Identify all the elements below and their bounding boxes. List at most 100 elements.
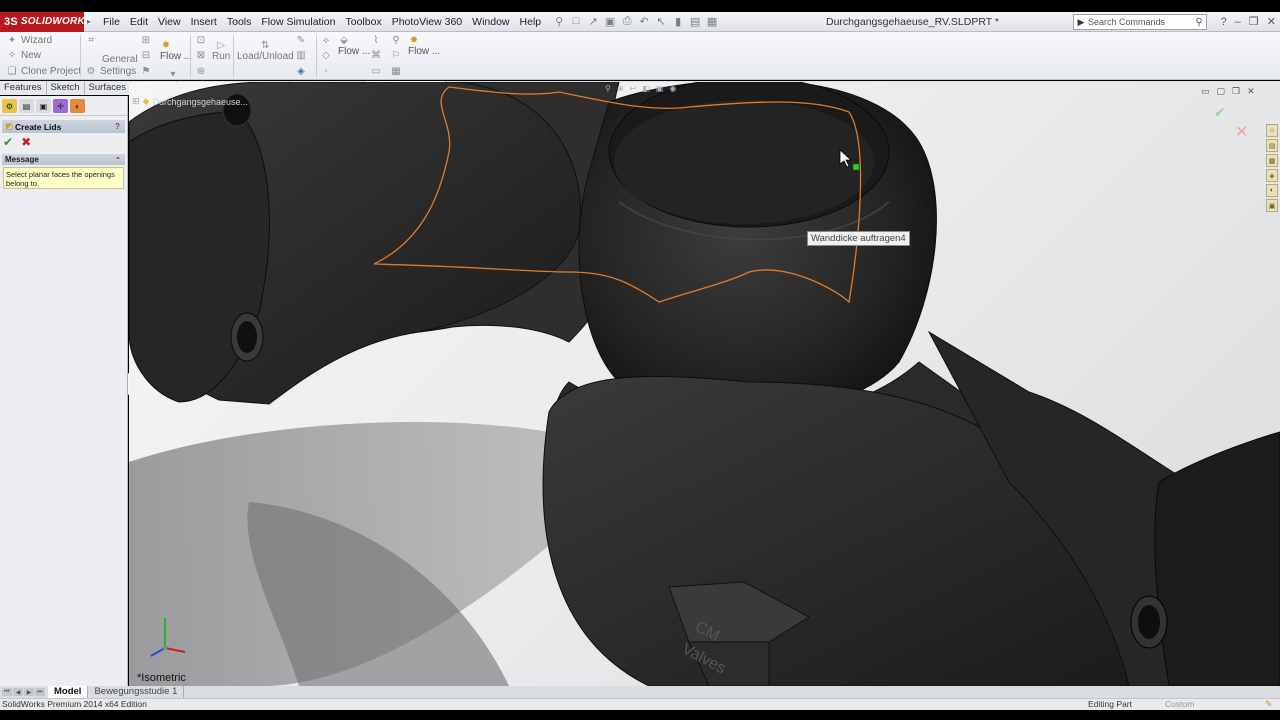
view-orientation-icon[interactable]: ▣ [656, 84, 664, 93]
prev-tab-icon[interactable]: ◀ [13, 688, 23, 696]
menu-item-help[interactable]: Help [515, 12, 547, 32]
message-group-header[interactable]: Message ⌃ [2, 154, 125, 165]
previous-view-icon[interactable]: ↩ [630, 84, 637, 93]
menu-item-tools[interactable]: Tools [222, 12, 257, 32]
view-palette-icon[interactable]: ◈ [1266, 169, 1278, 182]
restore-icon[interactable]: ❐ [1249, 12, 1259, 32]
undo-icon[interactable]: ↶ [637, 15, 651, 28]
tool-icon-2[interactable]: ⊞ [140, 35, 152, 46]
custom-properties-icon[interactable]: ▣ [1266, 199, 1278, 212]
dropdown-arrow-icon[interactable]: ▾ [167, 69, 179, 80]
tool-icon-11[interactable]: ⟡ [320, 35, 332, 46]
next-tab-icon[interactable]: ▶ [24, 688, 34, 696]
display-manager-icon[interactable]: ◐ [70, 99, 85, 113]
tool-icon-19[interactable]: ▦ [390, 66, 402, 77]
ok-checkmark-icon[interactable]: ✔ [3, 135, 13, 149]
home-icon[interactable]: ⌂ [1266, 124, 1278, 137]
tab-surfaces[interactable]: Surfaces [84, 81, 132, 95]
sidebar-tool-icon-1[interactable]: ⌗ [85, 35, 97, 46]
new-project-button[interactable]: ✧ New [6, 50, 41, 61]
file-properties-icon[interactable]: ▤ [688, 15, 702, 28]
menu-item-window[interactable]: Window [467, 12, 514, 32]
menu-item-toolbox[interactable]: Toolbox [341, 12, 387, 32]
zoom-area-icon[interactable]: ⊕ [617, 84, 624, 93]
configuration-manager-icon[interactable]: ▣ [36, 99, 51, 113]
wizard-button[interactable]: ✦ Wizard [6, 35, 52, 46]
search-commands-box[interactable]: ▶ Search Commands ⚲ [1073, 14, 1207, 30]
tool-icon-4[interactable]: ⚑ [140, 66, 152, 77]
solidworks-logo[interactable]: 3S SOLIDWORKS [0, 11, 92, 32]
select-icon[interactable]: ↖ [654, 15, 668, 28]
tool-icon-15[interactable]: ⌘ [370, 50, 382, 61]
bottom-tab-model[interactable]: Model [48, 686, 89, 698]
cancel-x-icon[interactable]: ✖ [21, 135, 31, 149]
menu-pin-arrow-icon[interactable]: ▸ [84, 17, 94, 26]
tool-icon-3[interactable]: ⊟ [140, 50, 152, 61]
menu-item-photoview-360[interactable]: PhotoView 360 [387, 12, 467, 32]
new-document-icon[interactable]: □ [569, 15, 583, 28]
confirmation-cancel-icon[interactable]: ✕ [1235, 122, 1248, 142]
tool-icon-14[interactable]: ⌇ [370, 35, 382, 46]
graphics-viewport[interactable]: CM Valves ⊞ ◆ Durchgangsgehaeuse... ⚲ ⊕ … [129, 82, 1280, 686]
menu-item-file[interactable]: File [98, 12, 125, 32]
tool-icon-6[interactable]: ⊠ [195, 50, 207, 61]
section-view-icon[interactable]: ◧ [642, 84, 650, 93]
menu-item-flow-simulation[interactable]: Flow Simulation [256, 12, 340, 32]
first-tab-icon[interactable]: ⏮ [2, 688, 12, 696]
tab-features[interactable]: Features [0, 81, 47, 95]
flow-button-3[interactable]: ✸ Flow ... [408, 35, 440, 57]
tool-icon-12[interactable]: ◇ [320, 50, 332, 61]
display-style-icon[interactable]: ◉ [669, 84, 676, 93]
confirmation-ok-icon[interactable]: ✔ [1214, 104, 1226, 121]
property-manager-icon[interactable]: ▤ [19, 99, 34, 113]
print-icon[interactable]: ⎙ [620, 15, 634, 28]
search-icon[interactable]: ⚲ [1192, 17, 1206, 28]
collapse-chevron-icon[interactable]: ⌃ [115, 156, 125, 164]
settings-button[interactable]: ⚙ Settings [85, 66, 137, 77]
tool-icon-10[interactable]: ◈ [295, 66, 307, 77]
menu-item-view[interactable]: View [153, 12, 186, 32]
rebuild-icon[interactable]: ▮ [671, 15, 685, 28]
viewport-restore-icon[interactable]: ❐ [1232, 86, 1240, 97]
close-icon[interactable]: ✕ [1267, 12, 1276, 32]
viewport-close-icon[interactable]: ✕ [1247, 86, 1255, 97]
help-icon[interactable]: ? [115, 122, 125, 131]
tool-icon-5[interactable]: ⊡ [195, 35, 207, 46]
clone-project-button[interactable]: ❏ Clone Project [6, 66, 82, 77]
tab-sketch[interactable]: Sketch [46, 81, 85, 95]
save-icon[interactable]: ▣ [603, 15, 617, 28]
help-icon[interactable]: ? [1221, 12, 1227, 32]
run-button[interactable]: ▷ Run [212, 40, 230, 62]
menu-item-insert[interactable]: Insert [186, 12, 222, 32]
appearances-icon[interactable]: ◐ [1266, 184, 1278, 197]
tool-icon-17[interactable]: ⚲ [390, 35, 402, 46]
last-tab-icon[interactable]: ⏭ [35, 688, 45, 696]
zoom-to-fit-icon[interactable]: ⚲ [605, 84, 611, 93]
tool-icon-8[interactable]: ✎ [295, 35, 307, 46]
search-input[interactable]: Search Commands [1088, 17, 1165, 27]
tool-icon-7[interactable]: ⊛ [195, 66, 207, 77]
flow-button-1[interactable]: ✸ Flow ... [160, 40, 192, 62]
minimize-icon[interactable]: – [1235, 12, 1241, 32]
unit-system-selector[interactable]: Custom [1165, 699, 1194, 710]
pin-icon[interactable]: ⚲ [552, 15, 566, 28]
tool-icon-16[interactable]: ▭ [370, 66, 382, 77]
tool-icon-9[interactable]: ▥ [295, 50, 307, 61]
feature-tree-icon[interactable]: ⚙ [2, 99, 17, 113]
dimxpert-icon[interactable]: ✛ [53, 99, 68, 113]
design-library-icon[interactable]: ▤ [1266, 139, 1278, 152]
expand-plus-icon[interactable]: ⊞ [132, 96, 140, 107]
tool-icon-13[interactable]: ◦ [320, 66, 332, 77]
menu-item-edit[interactable]: Edit [125, 12, 153, 32]
options-icon[interactable]: ▦ [705, 15, 719, 28]
tool-icon-18[interactable]: ⚐ [390, 50, 402, 61]
rebuild-status-icon[interactable]: ✎ [1265, 699, 1273, 710]
feature-tree-root[interactable]: ⊞ ◆ Durchgangsgehaeuse... [132, 96, 248, 107]
flow-button-2[interactable]: ⬙ Flow ... [338, 35, 370, 57]
file-explorer-icon[interactable]: ▦ [1266, 154, 1278, 167]
general-settings-button[interactable]: General [102, 54, 138, 65]
viewport-minimize-icon[interactable]: ▢ [1217, 86, 1226, 97]
load-unload-button[interactable]: ⇅ Load/Unload [237, 40, 294, 62]
open-icon[interactable]: ↗ [586, 15, 600, 28]
viewport-split-icon[interactable]: ▭ [1201, 86, 1210, 97]
